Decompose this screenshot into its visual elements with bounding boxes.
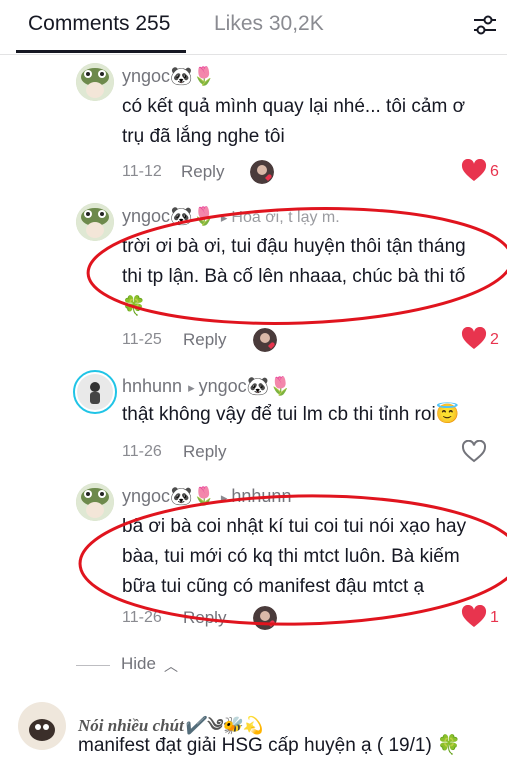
reply-button[interactable]: Reply [183, 442, 226, 462]
comment-text: bà ơi bà coi nhật kí tui coi tui nói xạo… [122, 512, 466, 602]
person-avatar-icon [77, 374, 113, 410]
avatar-with-story-ring[interactable] [73, 370, 117, 414]
active-tab-indicator [16, 50, 186, 53]
comment-text: thật không vậy để tui lm cb thi tỉnh roi… [122, 400, 459, 430]
frog-avatar-icon [76, 203, 114, 241]
comment-line: trụ đã lắng nghe tôi [122, 126, 285, 147]
filter-icon[interactable] [470, 10, 500, 40]
reply-button[interactable]: Reply [181, 162, 224, 182]
reply-button[interactable]: Reply [183, 330, 226, 350]
comment-date: 11-26 [122, 609, 162, 626]
comment-text: trời ơi bà ơi, tui đậu huyện thôi tận th… [122, 232, 466, 322]
comment-date: 11-26 [122, 443, 162, 460]
frog-avatar-icon [76, 483, 114, 521]
like-heart-icon[interactable] [461, 327, 487, 351]
chevron-up-icon: ︿ [164, 658, 178, 674]
reply-arrow-icon: ▸ [220, 490, 228, 505]
comment-line: 🍀 [122, 296, 146, 317]
like-count: 1 [490, 609, 499, 626]
comment-username[interactable]: yngoc🐼🌷 ▸ hnhunn [122, 486, 291, 507]
frog-avatar-icon [76, 63, 114, 101]
hide-label: Hide [121, 654, 156, 673]
username-text: yngoc🐼🌷 [122, 206, 215, 226]
tab-comments[interactable]: Comments 255 [28, 12, 170, 36]
mention-text: Hoa ơi, t lạy m. [231, 209, 340, 226]
tab-likes[interactable]: Likes 30,2K [214, 12, 324, 36]
like-count: 6 [490, 163, 499, 180]
like-heart-icon[interactable] [461, 605, 487, 629]
comment-text: có kết quả mình quay lại nhé... tôi cảm … [122, 92, 465, 152]
divider-line [76, 665, 110, 666]
comment-date: 11-12 [122, 163, 162, 180]
comment-date: 11-25 [122, 331, 162, 348]
avatar[interactable] [76, 63, 114, 101]
comment-line: bữa tui cũng có manifest đậu mtct ạ [122, 576, 425, 597]
cartoon-avatar-icon [18, 702, 66, 750]
comment-line: trời ơi bà ơi, tui đậu huyện thôi tận th… [122, 236, 466, 257]
comment-username[interactable]: yngoc🐼🌷 ▸ Hoa ơi, t lạy m. [122, 206, 340, 227]
like-heart-icon[interactable] [461, 159, 487, 183]
comment-line: thi tp lận. Bà cố lên nhaaa, chúc bà thi… [122, 266, 466, 287]
reply-button[interactable]: Reply [183, 608, 226, 628]
creator-liked-avatar [253, 606, 277, 630]
like-heart-outline-icon[interactable] [461, 440, 487, 464]
comment-line: bà ơi bà coi nhật kí tui coi tui nói xạo… [122, 516, 467, 537]
tab-bar: Comments 255 Likes 30,2K [0, 0, 507, 55]
comment-text: manifest đạt giải HSG cấp huyện ạ ( 19/1… [78, 735, 461, 756]
like-count: 2 [490, 331, 499, 348]
reply-arrow-icon: ▸ [188, 380, 195, 395]
creator-liked-avatar [253, 328, 277, 352]
avatar[interactable] [76, 483, 114, 521]
comment-line: thật không vậy để tui lm cb thi tỉnh roi… [122, 404, 460, 425]
avatar[interactable] [18, 702, 66, 750]
reply-to-user[interactable]: hnhunn [231, 486, 291, 506]
comment-username[interactable]: hnhunn ▸ yngoc🐼🌷 [122, 376, 291, 397]
comment-line: bàa, tui mới có kq thi mtct luôn. Bà kiế… [122, 546, 460, 567]
creator-liked-avatar [250, 160, 274, 184]
username-text: hnhunn [122, 376, 183, 396]
reply-arrow-icon: ▸ [220, 210, 228, 225]
avatar[interactable] [76, 203, 114, 241]
comment-line: có kết quả mình quay lại nhé... tôi cảm … [122, 96, 466, 117]
comment-username[interactable]: yngoc🐼🌷 [122, 66, 215, 87]
reply-to-user[interactable]: yngoc🐼🌷 [199, 376, 292, 396]
username-text: yngoc🐼🌷 [122, 486, 215, 506]
